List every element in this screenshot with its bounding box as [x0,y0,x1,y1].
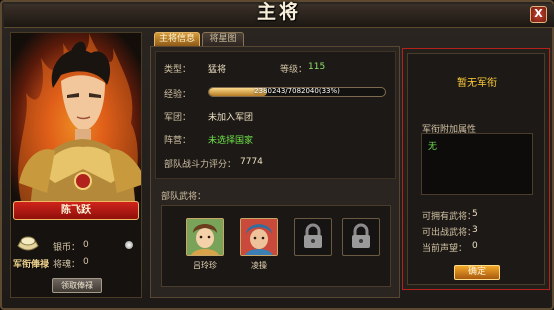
tab-general-info[interactable]: 主将信息 [154,32,200,47]
deploy-generals-value: 3 [472,225,478,235]
resource-area: 银币： 0 军衔俸禄 将魂： 0 领取俸禄 [11,228,141,298]
level-value: 115 [308,62,326,72]
prestige-label: 当前声望： [422,244,468,254]
rank-title: 暂无军衔 [457,78,497,89]
hero-portrait-icon [241,219,277,255]
power-value: 7774 [240,157,263,167]
troop-slot-1-name: 吕玲珍 [193,261,217,270]
power-label: 部队战斗力评分： [164,160,237,170]
deploy-generals-label: 可出战武将： [422,228,477,238]
silver-value: 0 [83,240,89,250]
hero-portrait [11,33,141,201]
close-icon: X [534,7,543,20]
troops-box: 吕玲珍 凌操 [161,205,391,287]
troop-slot-3[interactable] [294,218,332,256]
corps-label: 军团： [164,113,192,123]
troop-slot-4[interactable] [342,218,380,256]
rank-bonus-box: 无 [421,133,533,195]
corps-value: 未加入军团 [208,113,254,123]
claim-salary-button[interactable]: 领取俸禄 [52,278,102,293]
camp-label: 阵营： [164,136,192,146]
lock-icon [304,223,322,248]
exp-label: 经验： [164,90,192,100]
salary-label: 军衔俸禄 [13,260,50,270]
troop-slot-2-name: 凌操 [251,261,267,270]
silver-label: 银币： [53,243,81,253]
exp-text: 2380243/7082040(33%) [254,87,340,95]
owned-generals-value: 5 [472,209,478,219]
troops-label: 部队武将： [161,192,207,202]
rank-panel: 暂无军衔 军衔附加属性 无 可拥有武将： 5 可出战武将： 3 当前声望： 0 … [402,48,550,290]
owned-generals-label: 可拥有武将： [422,212,477,222]
confirm-button[interactable]: 确定 [454,265,500,280]
hero-portrait-icon [187,219,223,255]
camp-value[interactable]: 未选择国家 [208,133,253,146]
window-title: 主将 [256,1,301,23]
type-label: 类型： [164,65,192,75]
lock-icon [352,223,370,248]
info-panel: 类型： 猛将 等级： 115 经验： 2380243/7082040(33%) … [150,46,400,298]
exp-bar: 2380243/7082040(33%) [208,87,386,97]
type-value: 猛将 [208,65,227,75]
coin-icon [125,241,133,249]
general-soul-value: 0 [83,257,89,267]
hero-name: 陈飞跃 [13,201,139,220]
rank-inner: 暂无军衔 军衔附加属性 无 可拥有武将： 5 可出战武将： 3 当前声望： 0 … [407,53,545,285]
info-box: 类型： 猛将 等级： 115 经验： 2380243/7082040(33%) … [155,51,396,179]
silver-ingot-icon [16,234,40,257]
level-label: 等级： [280,65,308,75]
hero-panel: 陈飞跃 银币： 0 军衔俸禄 将魂： 0 领取俸禄 [10,32,142,298]
rank-bonus-value: 无 [428,142,438,152]
tab-star-chart[interactable]: 将星图 [202,32,244,47]
troop-slot-2[interactable] [240,218,278,256]
close-button[interactable]: X [530,6,547,23]
prestige-value: 0 [472,241,478,251]
general-window: 主将 X 陈飞跃 银币： 0 军衔俸禄 将魂： 0 领取俸禄 主将信息 将星图 … [0,0,554,310]
general-soul-label: 将魂： [53,260,81,270]
troop-slot-1[interactable] [186,218,224,256]
